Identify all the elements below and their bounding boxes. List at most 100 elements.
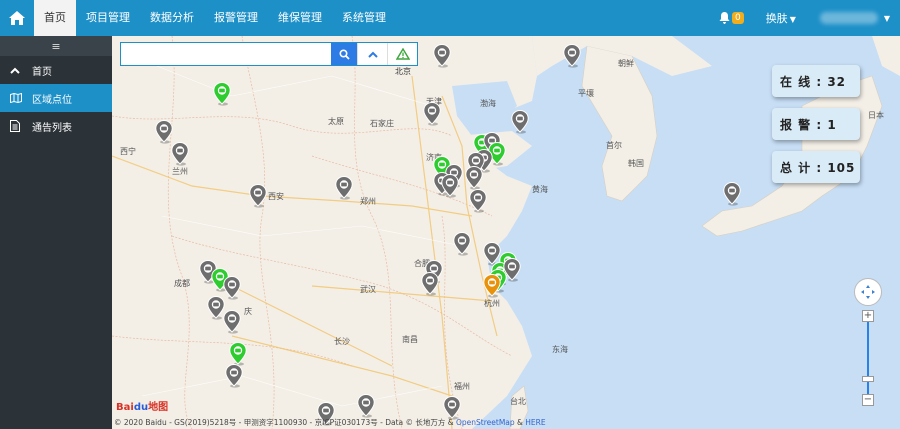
chevron-up-icon — [367, 51, 378, 58]
map-label-nanchang: 南昌 — [402, 335, 418, 344]
skin-menu[interactable]: 换肤 ▼ — [754, 10, 808, 26]
offline-marker[interactable] — [423, 101, 441, 126]
offline-marker[interactable] — [225, 363, 243, 388]
stat-total: 总 计 : 105 — [772, 151, 860, 183]
offline-marker[interactable] — [335, 175, 353, 200]
sidebar-item-home[interactable]: 首页 — [0, 56, 112, 84]
warning-triangle-icon — [395, 48, 410, 60]
logo-map: 地图 — [148, 402, 169, 413]
map-label-korea: 韩国 — [628, 159, 644, 168]
offline-marker[interactable] — [357, 393, 375, 418]
offline-marker[interactable] — [465, 165, 483, 190]
road-condition-button[interactable] — [387, 43, 417, 65]
map-label-japan: 日本 — [868, 111, 884, 120]
here-link[interactable]: HERE — [525, 418, 545, 427]
pan-control[interactable] — [854, 278, 882, 306]
offline-marker[interactable] — [223, 309, 241, 334]
map-pin-icon — [423, 101, 441, 126]
map-search-bar — [120, 42, 418, 66]
sidebar-item-label: 首页 — [32, 66, 52, 78]
map-pin-icon — [171, 141, 189, 166]
zoom-out-button[interactable]: − — [862, 394, 874, 406]
offline-marker[interactable] — [155, 119, 173, 144]
caret-down-icon[interactable]: ▼ — [884, 14, 890, 23]
map-pin-icon — [223, 309, 241, 334]
zoom-slider-knob[interactable] — [862, 376, 874, 382]
map-canvas[interactable]: 北京 天津 太原 石家庄 济南 郑州 西安 西宁 兰州 合肥 武汉 杭州 长沙 … — [112, 36, 900, 429]
map-pin-icon — [225, 363, 243, 388]
offline-marker[interactable] — [441, 173, 459, 198]
top-navbar: 首页 项目管理 数据分析 报警管理 维保管理 系统管理 0 换肤 ▼ ▼ — [0, 0, 900, 36]
sidebar-item-label: 通告列表 — [32, 122, 72, 134]
map-label-wuhan: 武汉 — [360, 285, 376, 294]
map-pin-icon — [433, 43, 451, 68]
online-marker[interactable] — [229, 341, 247, 366]
nav-system[interactable]: 系统管理 — [332, 0, 396, 36]
sidebar-item-region-points[interactable]: 区域点位 — [0, 84, 112, 112]
map-pin-icon — [511, 109, 529, 134]
offline-marker[interactable] — [171, 141, 189, 166]
map-label-lanzhou: 兰州 — [172, 167, 188, 176]
map-label-dprk: 朝鲜 — [618, 59, 634, 68]
sidebar: ≡ 首页 区域点位 通告列表 — [0, 36, 112, 429]
sidebar-item-label: 区域点位 — [32, 94, 72, 106]
offline-marker[interactable] — [433, 43, 451, 68]
nav-analytics[interactable]: 数据分析 — [140, 0, 204, 36]
map-pin-icon — [563, 43, 581, 68]
nav-projects[interactable]: 项目管理 — [76, 0, 140, 36]
offline-marker[interactable] — [563, 43, 581, 68]
offline-marker[interactable] — [421, 271, 439, 296]
collapse-button[interactable] — [357, 43, 387, 65]
map-copyright: © 2020 Baidu - GS(2019)5218号 - 甲测资字11009… — [114, 417, 546, 428]
offline-marker[interactable] — [249, 183, 267, 208]
map-pin-icon — [229, 341, 247, 366]
document-icon — [10, 120, 24, 132]
zoom-slider-track[interactable] — [867, 322, 869, 400]
map-pin-icon — [723, 181, 741, 206]
copyright-text: © 2020 Baidu - GS(2019)5218号 - 甲测资字11009… — [114, 418, 456, 427]
main-nav: 首页 项目管理 数据分析 报警管理 维保管理 系统管理 — [34, 0, 396, 36]
map-pin-icon — [421, 271, 439, 296]
map-label-shijiazhuang: 石家庄 — [370, 119, 394, 128]
offline-marker[interactable] — [723, 181, 741, 206]
map-pin-icon — [155, 119, 173, 144]
sidebar-item-notices[interactable]: 通告列表 — [0, 112, 112, 140]
map-pin-icon — [213, 81, 231, 106]
osm-link[interactable]: OpenStreetMap — [456, 418, 515, 427]
copyright-amp: & — [514, 418, 526, 427]
nav-maintenance[interactable]: 维保管理 — [268, 0, 332, 36]
map-label-chongqing: 庆 — [244, 307, 252, 316]
logo-bai: Bai — [116, 402, 134, 413]
alarm-marker[interactable] — [483, 273, 501, 298]
offline-marker[interactable] — [469, 188, 487, 213]
offline-marker[interactable] — [453, 231, 471, 256]
online-marker[interactable] — [213, 81, 231, 106]
alert-bell[interactable]: 0 — [709, 12, 754, 24]
map-label-chengdu: 成都 — [174, 279, 190, 288]
nav-home[interactable]: 首页 — [34, 0, 76, 36]
map-pin-icon — [441, 173, 459, 198]
baidu-map-logo: Baidu地图 — [116, 398, 168, 413]
map-pin-icon — [335, 175, 353, 200]
map-pin-icon — [223, 275, 241, 300]
offline-marker[interactable] — [223, 275, 241, 300]
map-label-beijing: 北京 — [395, 67, 411, 76]
sidebar-toggle[interactable]: ≡ — [0, 36, 112, 56]
search-button[interactable] — [331, 43, 357, 65]
offline-marker[interactable] — [511, 109, 529, 134]
nav-alarms[interactable]: 报警管理 — [204, 0, 268, 36]
map-search-input[interactable] — [121, 43, 331, 65]
stat-alarm: 报 警 : 1 — [772, 108, 860, 140]
caret-down-icon: ▼ — [789, 15, 796, 24]
map-label-bohai: 渤海 — [480, 99, 496, 108]
zoom-in-button[interactable]: + — [862, 310, 874, 322]
map-pin-icon — [357, 393, 375, 418]
skin-label: 换肤 — [765, 12, 788, 25]
home-icon[interactable] — [0, 0, 34, 36]
user-name-blurred[interactable] — [819, 12, 878, 24]
zoom-control: + − — [854, 278, 882, 406]
map-pin-icon — [465, 165, 483, 190]
map-pin-icon — [483, 273, 501, 298]
bell-icon — [719, 12, 730, 24]
map-label-xining: 西宁 — [120, 147, 136, 156]
